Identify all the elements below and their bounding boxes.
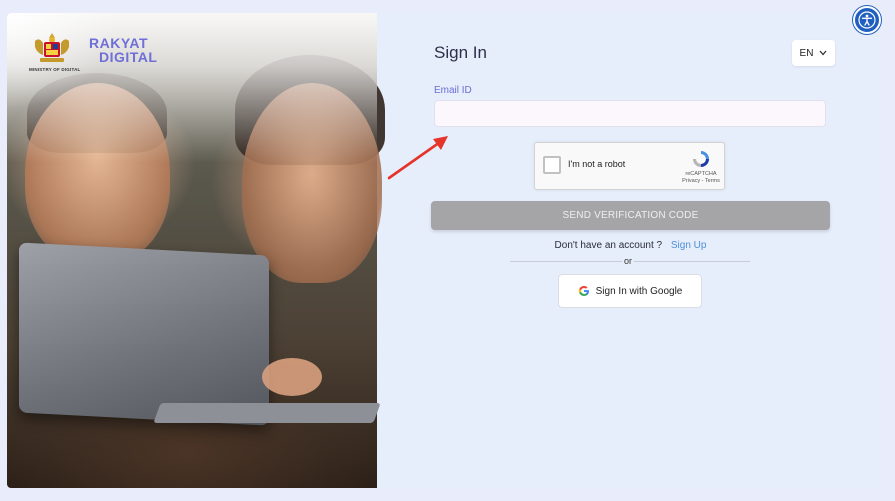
- email-label: Email ID: [434, 85, 472, 96]
- brand-line-1: RAKYAT: [89, 35, 149, 51]
- hero-image: MINISTRY OF DIGITAL RAKYAT DIGITAL: [7, 13, 385, 488]
- malaysia-crest-icon: [35, 33, 69, 62]
- language-value: EN: [799, 47, 814, 59]
- brand-line-2: DIGITAL: [99, 49, 158, 65]
- recaptcha-links[interactable]: Privacy - Terms: [680, 178, 722, 185]
- ministry-label: MINISTRY OF DIGITAL: [29, 67, 81, 72]
- brand-name: RAKYAT DIGITAL: [89, 36, 157, 64]
- login-card: MINISTRY OF DIGITAL RAKYAT DIGITAL Sign …: [7, 13, 880, 488]
- google-button-label: Sign In with Google: [595, 285, 683, 297]
- recaptcha-widget: I'm not a robot reCAPTCHA Privacy - Term…: [534, 142, 725, 190]
- accessibility-button[interactable]: [853, 6, 881, 34]
- recaptcha-brand: reCAPTCHA Privacy - Terms: [680, 171, 722, 185]
- recaptcha-label: I'm not a robot: [568, 159, 626, 169]
- recaptcha-icon: [693, 151, 709, 167]
- or-separator: or: [622, 256, 635, 266]
- recaptcha-checkbox[interactable]: [543, 156, 561, 174]
- page-title: Sign In: [434, 43, 487, 62]
- rakyat-digital-logo: MINISTRY OF DIGITAL RAKYAT DIGITAL: [29, 31, 179, 81]
- google-signin-button[interactable]: Sign In with Google: [558, 274, 702, 308]
- language-select[interactable]: EN: [792, 40, 835, 66]
- arrow-icon: [387, 136, 448, 180]
- email-input[interactable]: [434, 100, 826, 127]
- accessibility-icon: [858, 11, 876, 29]
- recaptcha-brand-name: reCAPTCHA: [685, 171, 717, 177]
- signup-link[interactable]: Sign Up: [671, 240, 707, 251]
- chevron-down-icon: [819, 50, 827, 56]
- signup-prompt: Don't have an account ? Sign Up: [431, 240, 830, 251]
- no-account-text: Don't have an account ?: [554, 240, 663, 251]
- laptop: [19, 242, 269, 426]
- send-verification-button[interactable]: SEND VERIFICATION CODE: [431, 201, 830, 230]
- google-icon: [578, 286, 589, 296]
